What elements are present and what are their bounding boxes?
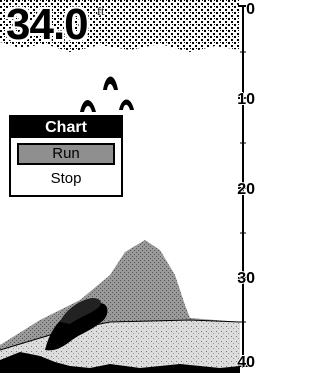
depth-unit: ft: [97, 4, 105, 18]
sonar-screen: 34.0 ft 0 10 20 30 40 Chart Run Stop: [0, 0, 257, 373]
bottom-structure: [0, 240, 241, 373]
fish-arch-icon: [80, 76, 134, 112]
chart-menu-title: Chart: [11, 117, 121, 138]
chart-menu: Chart Run Stop: [9, 115, 123, 197]
menu-item-stop[interactable]: Stop: [17, 168, 115, 190]
depth-scale-label-0: 0: [246, 1, 255, 18]
menu-item-run[interactable]: Run: [17, 143, 115, 165]
depth-scale-label-30: 30: [237, 270, 255, 287]
depth-scale-label-40: 40: [237, 354, 255, 371]
depth-scale-label-10: 10: [237, 91, 255, 108]
depth-scale-label-20: 20: [237, 181, 255, 198]
depth-readout: 34.0: [6, 0, 89, 49]
